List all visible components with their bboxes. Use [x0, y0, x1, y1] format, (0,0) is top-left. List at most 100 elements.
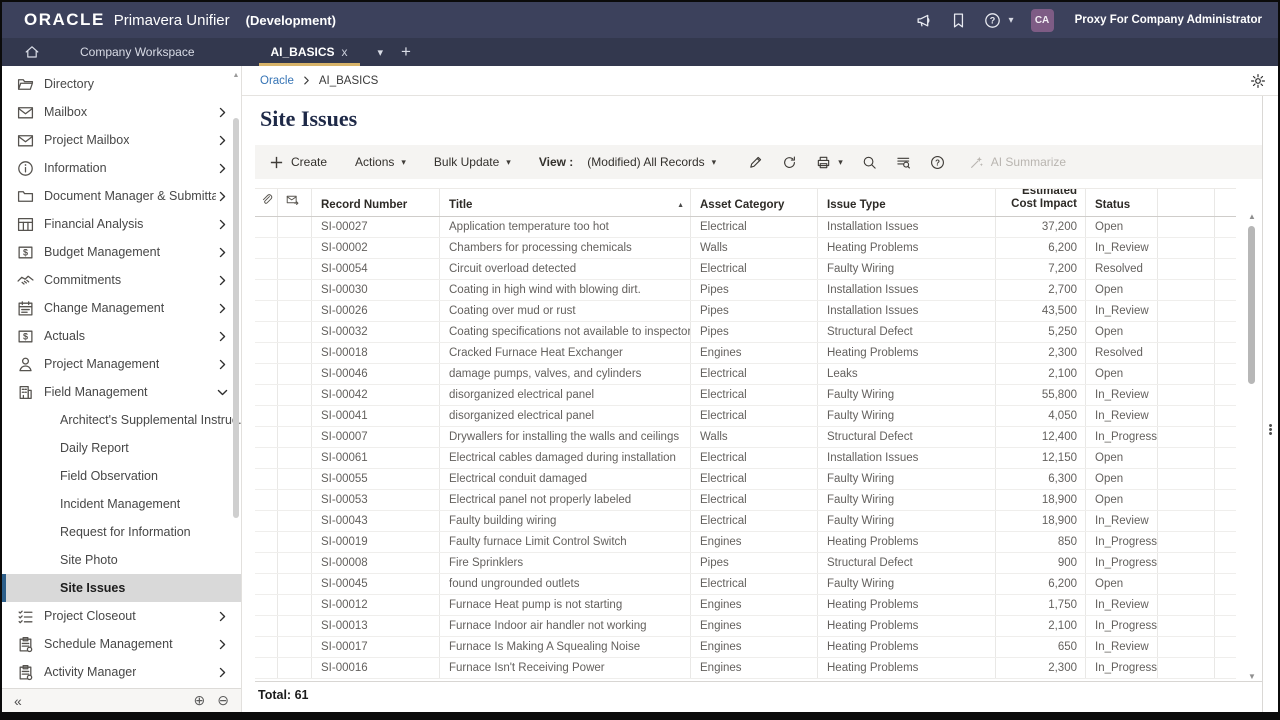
table-row[interactable]: SI-00012 Furnace Heat pump is not starti…: [255, 595, 1236, 616]
sidebar-item-commitments[interactable]: Commitments: [2, 266, 241, 294]
announcement-icon[interactable]: [916, 12, 933, 29]
caret-down-icon[interactable]: ▾: [1009, 15, 1014, 26]
ai-summarize-button[interactable]: AI Summarize: [969, 155, 1066, 170]
sidebar-item-site-photo[interactable]: Site Photo: [2, 546, 241, 574]
sidebar-item-directory[interactable]: Directory: [2, 70, 241, 98]
sidebar-item-financial-analysis[interactable]: Financial Analysis: [2, 210, 241, 238]
sidebar-item-change-management[interactable]: Change Management: [2, 294, 241, 322]
tab-list-chevron-icon[interactable]: ▾: [378, 46, 384, 59]
sidebar-item-daily-report[interactable]: Daily Report: [2, 434, 241, 462]
chevron-right-icon[interactable]: [216, 302, 229, 315]
table-row[interactable]: SI-00041 disorganized electrical panel E…: [255, 406, 1236, 427]
close-tab-icon[interactable]: x: [342, 45, 348, 59]
table-row[interactable]: SI-00046 damage pumps, valves, and cylin…: [255, 364, 1236, 385]
scroll-up-icon[interactable]: ▲: [1246, 212, 1258, 221]
table-row[interactable]: SI-00032 Coating specifications not avai…: [255, 322, 1236, 343]
table-row[interactable]: SI-00018 Cracked Furnace Heat Exchanger …: [255, 343, 1236, 364]
chevron-right-icon[interactable]: [216, 134, 229, 147]
sidebar-item-site-issues[interactable]: Site Issues: [2, 574, 241, 602]
sidebar-item-request-for-information[interactable]: Request for Information: [2, 518, 241, 546]
chevron-right-icon[interactable]: [216, 190, 229, 203]
chevron-down-icon[interactable]: [216, 386, 229, 399]
sidebar-item-field-management[interactable]: Field Management: [2, 378, 241, 406]
column-header-issue-type[interactable]: Issue Type: [818, 189, 996, 216]
grid-scrollbar-thumb[interactable]: [1248, 226, 1255, 384]
chevron-right-icon[interactable]: [216, 666, 229, 679]
scroll-down-icon[interactable]: ▼: [1246, 672, 1258, 681]
print-dropdown[interactable]: ▾: [816, 155, 843, 170]
chevron-right-icon[interactable]: [216, 274, 229, 287]
table-row[interactable]: SI-00042 disorganized electrical panel E…: [255, 385, 1236, 406]
bookmark-icon[interactable]: [950, 12, 967, 29]
column-header-record-number[interactable]: Record Number: [312, 189, 440, 216]
table-row[interactable]: SI-00008 Fire Sprinklers Pipes Structura…: [255, 553, 1236, 574]
table-row[interactable]: SI-00013 Furnace Indoor air handler not …: [255, 616, 1236, 637]
chevron-right-icon[interactable]: [216, 358, 229, 371]
sidebar-item-schedule-management[interactable]: Schedule Management: [2, 630, 241, 658]
sidebar-item-incident-management[interactable]: Incident Management: [2, 490, 241, 518]
sidebar-item-actuals[interactable]: $ Actuals: [2, 322, 241, 350]
sidebar-item-project-closeout[interactable]: Project Closeout: [2, 602, 241, 630]
column-header-asset-category[interactable]: Asset Category: [691, 189, 818, 216]
column-header-status[interactable]: Status: [1086, 189, 1158, 216]
table-row[interactable]: SI-00055 Electrical conduit damaged Elec…: [255, 469, 1236, 490]
sidebar-item-information[interactable]: Information: [2, 154, 241, 182]
add-tab-icon[interactable]: +: [401, 42, 411, 62]
table-row[interactable]: SI-00019 Faulty furnace Limit Control Sw…: [255, 532, 1236, 553]
table-row[interactable]: SI-00016 Furnace Isn't Receiving Power E…: [255, 658, 1236, 679]
sidebar-item-project-management[interactable]: Project Management: [2, 350, 241, 378]
search-icon[interactable]: [862, 155, 877, 170]
table-row[interactable]: SI-00007 Drywallers for installing the w…: [255, 427, 1236, 448]
chevron-right-icon[interactable]: [216, 638, 229, 651]
chevron-right-icon[interactable]: [216, 218, 229, 231]
find-in-list-icon[interactable]: [896, 155, 911, 170]
column-header-estimated-cost-impact[interactable]: Estimated Cost Impact: [996, 189, 1086, 216]
chevron-right-icon[interactable]: [216, 162, 229, 175]
table-row[interactable]: SI-00026 Coating over mud or rust Pipes …: [255, 301, 1236, 322]
chevron-right-icon[interactable]: [216, 246, 229, 259]
edit-pencil-icon[interactable]: [748, 155, 763, 170]
chevron-right-icon[interactable]: [216, 610, 229, 623]
table-row[interactable]: SI-00027 Application temperature too hot…: [255, 217, 1236, 238]
sidebar-item-document-manager-submittals[interactable]: Document Manager & Submittals: [2, 182, 241, 210]
home-icon[interactable]: [24, 44, 40, 60]
bulk-update-dropdown[interactable]: Bulk Update ▾: [434, 155, 511, 169]
table-row[interactable]: SI-00043 Faulty building wiring Electric…: [255, 511, 1236, 532]
sidebar-item-project-mailbox[interactable]: Project Mailbox: [2, 126, 241, 154]
dollar-icon: $: [17, 244, 34, 261]
settings-gear-icon[interactable]: [1250, 73, 1266, 89]
table-row[interactable]: SI-00017 Furnace Is Making A Squealing N…: [255, 637, 1236, 658]
scroll-up-icon[interactable]: ▲: [232, 72, 240, 79]
create-button[interactable]: Create: [269, 155, 327, 170]
cell-issue-type: Heating Problems: [818, 595, 996, 615]
refresh-icon[interactable]: [782, 155, 797, 170]
table-row[interactable]: SI-00053 Electrical panel not properly l…: [255, 490, 1236, 511]
breadcrumb-root-link[interactable]: Oracle: [260, 75, 294, 87]
chevron-right-icon[interactable]: [216, 106, 229, 119]
sidebar-scrollbar[interactable]: ▲: [232, 72, 240, 682]
chevron-right-icon[interactable]: [216, 330, 229, 343]
panel-handle-icon[interactable]: •••: [1263, 424, 1278, 436]
tab-company-workspace[interactable]: Company Workspace: [68, 38, 207, 66]
actions-dropdown[interactable]: Actions ▾: [355, 155, 406, 169]
help-icon[interactable]: ?: [984, 12, 1001, 29]
zoom-out-icon[interactable]: ⊖: [217, 692, 229, 709]
sidebar-item-field-observation[interactable]: Field Observation: [2, 462, 241, 490]
zoom-in-icon[interactable]: ⊕: [194, 692, 206, 709]
sidebar-item-budget-management[interactable]: $ Budget Management: [2, 238, 241, 266]
tab-ai-basics[interactable]: AI_BASICS x: [259, 38, 360, 66]
table-row[interactable]: SI-00061 Electrical cables damaged durin…: [255, 448, 1236, 469]
table-row[interactable]: SI-00045 found ungrounded outlets Electr…: [255, 574, 1236, 595]
table-row[interactable]: SI-00054 Circuit overload detected Elect…: [255, 259, 1236, 280]
avatar[interactable]: CA: [1031, 9, 1054, 32]
column-header-title[interactable]: Title ▲: [440, 189, 691, 216]
view-dropdown[interactable]: (Modified) All Records ▾: [587, 155, 716, 169]
table-row[interactable]: SI-00030 Coating in high wind with blowi…: [255, 280, 1236, 301]
sidebar-item-mailbox[interactable]: Mailbox: [2, 98, 241, 126]
table-row[interactable]: SI-00002 Chambers for processing chemica…: [255, 238, 1236, 259]
collapse-sidebar-icon[interactable]: «: [14, 693, 22, 709]
sidebar-item-architect-s-supplemental-instruc[interactable]: Architect's Supplemental Instruc...: [2, 406, 241, 434]
sidebar-scrollbar-thumb[interactable]: [233, 118, 239, 518]
sidebar-item-activity-manager[interactable]: Activity Manager: [2, 658, 241, 686]
help-icon[interactable]: ?: [930, 155, 945, 170]
